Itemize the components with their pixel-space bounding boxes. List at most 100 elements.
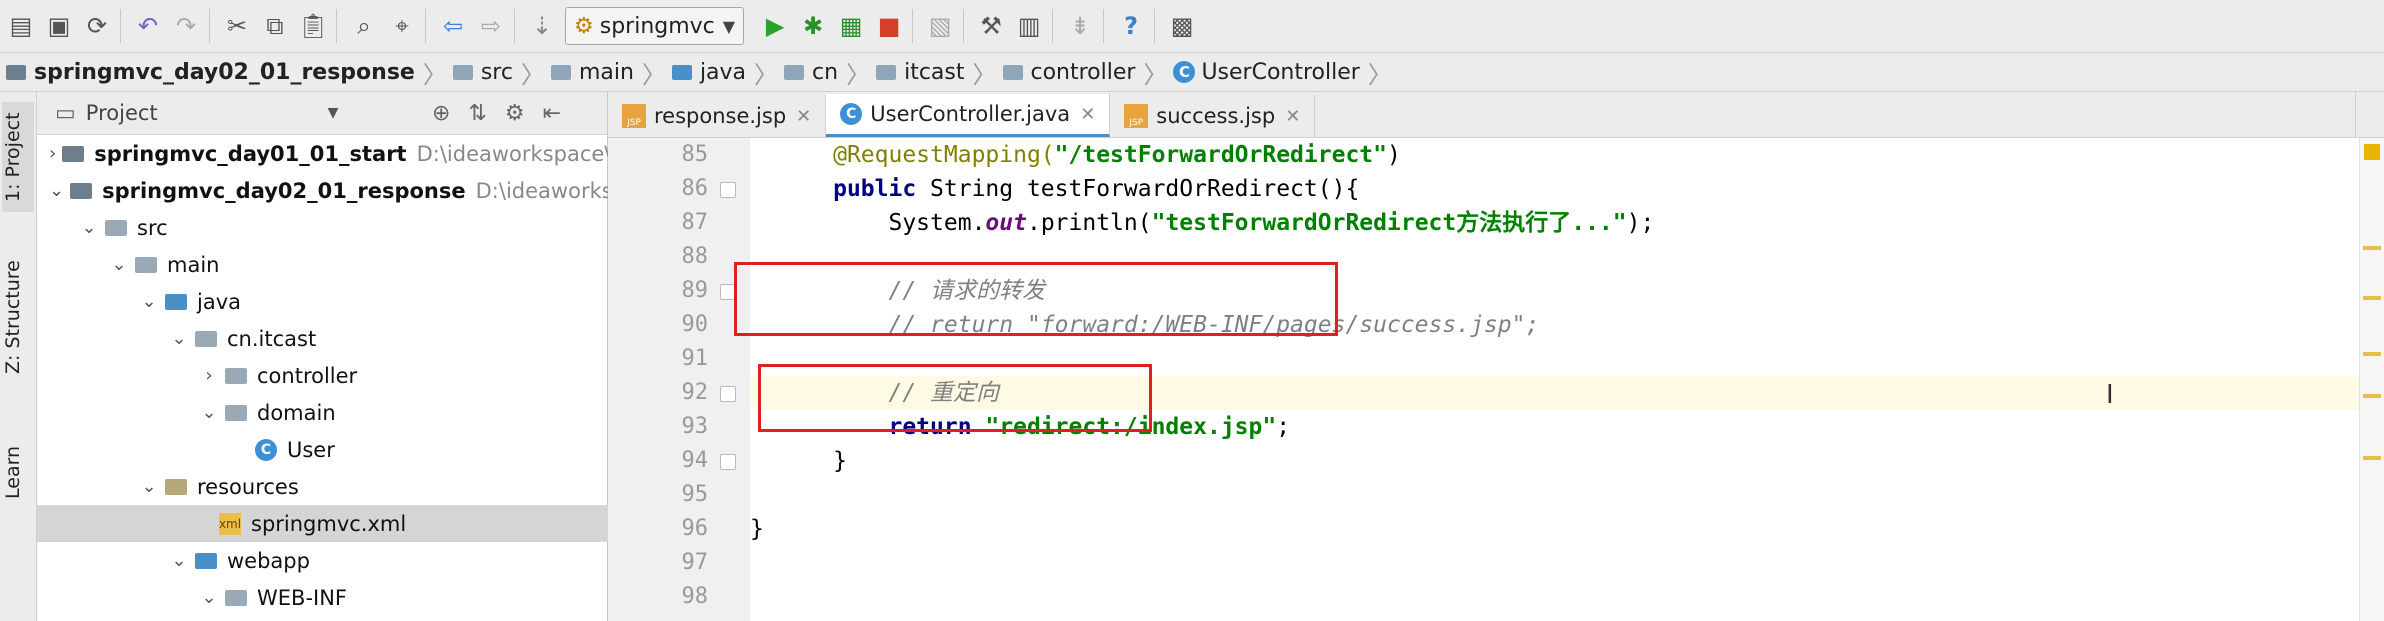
copy-icon[interactable]: ⧉ — [258, 7, 292, 45]
sync-icon[interactable]: ⟳ — [80, 7, 114, 45]
marker-stripe[interactable] — [2363, 456, 2381, 460]
resources-folder-icon — [165, 478, 187, 495]
tree-item-main[interactable]: ⌄ main — [37, 246, 679, 283]
collapse-all-icon[interactable]: ⇅ — [468, 101, 486, 126]
breadcrumb: springmvc_day02_01_response 〉 src 〉 main… — [0, 53, 2384, 92]
chevron-down-icon[interactable]: ⌄ — [169, 328, 189, 349]
breadcrumb-item-class[interactable]: C UserController — [1167, 53, 1367, 91]
warning-indicator-icon[interactable] — [2364, 144, 2380, 160]
tree-item-src[interactable]: ⌄ src — [37, 209, 649, 246]
tree-item-label: main — [167, 252, 220, 277]
code-area[interactable]: @RequestMapping("/testForwardOrRedirect"… — [734, 138, 2360, 621]
toolbar-separator — [336, 9, 337, 43]
paste-icon[interactable]: 📋︎ — [296, 7, 330, 45]
tab-label: response.jsp — [654, 104, 787, 128]
close-icon[interactable]: ✕ — [1285, 106, 1300, 127]
terminal-icon[interactable]: ▩ — [1165, 7, 1199, 45]
tab-project[interactable]: 1: Project — [2, 102, 34, 212]
project-panel-title[interactable]: Project — [86, 101, 158, 125]
chevron-down-icon[interactable]: ▼ — [328, 105, 339, 121]
breadcrumb-item-java[interactable]: java — [666, 53, 754, 91]
marker-stripe[interactable] — [2363, 296, 2381, 300]
breadcrumb-item-itcast[interactable]: itcast — [870, 53, 972, 91]
breadcrumb-item-main[interactable]: main — [545, 53, 642, 91]
marker-stripe[interactable] — [2363, 394, 2381, 398]
field-token: out — [985, 210, 1027, 236]
line-number: 98 — [681, 584, 709, 609]
forward-icon[interactable]: ⇨ — [474, 7, 508, 45]
tab-user-controller[interactable]: C UserController.java ✕ — [826, 94, 1111, 137]
code-line-87: System.out.println("testForwardOrRedirec… — [750, 206, 2360, 240]
help-icon[interactable]: ? — [1114, 7, 1148, 45]
chevron-down-icon[interactable]: ⌄ — [79, 217, 99, 238]
chevron-right-icon[interactable]: › — [199, 365, 219, 386]
vcs-icon[interactable]: ▧ — [923, 7, 957, 45]
chevron-down-icon[interactable]: ⌄ — [109, 254, 129, 275]
chevron-down-icon[interactable]: ⌄ — [199, 402, 219, 423]
punctuation-token: ; — [1276, 414, 1291, 440]
undo-icon[interactable]: ↶ — [131, 7, 165, 45]
breadcrumb-item-src[interactable]: src — [447, 53, 521, 91]
find-icon[interactable]: ⌕ — [347, 7, 381, 45]
breadcrumb-separator: 〉 — [846, 60, 871, 89]
chevron-down-icon[interactable]: ⌄ — [139, 476, 159, 497]
tab-structure[interactable]: Z: Structure — [2, 252, 34, 382]
tab-success-jsp[interactable]: JSP success.jsp ✕ — [1110, 95, 1316, 137]
open-folder-icon[interactable]: ▤ — [4, 7, 38, 45]
chevron-down-icon[interactable]: ⌄ — [169, 550, 189, 571]
breadcrumb-item-cn[interactable]: cn — [778, 53, 846, 91]
chevron-right-icon[interactable]: › — [49, 143, 56, 164]
class-icon: C — [840, 103, 863, 125]
fold-marker-icon[interactable] — [720, 454, 736, 470]
breadcrumb-item-controller[interactable]: controller — [997, 53, 1144, 91]
tree-item-path: D:\ideaworkspace\Id — [416, 141, 619, 166]
fold-marker-icon[interactable] — [720, 182, 736, 198]
project-structure-icon[interactable]: ▥ — [1012, 7, 1046, 45]
run-icon[interactable]: ▶ — [758, 7, 792, 45]
code-token: System. — [888, 210, 986, 236]
chevron-down-icon: ▼ — [722, 16, 736, 36]
build-icon[interactable]: ⇣ — [525, 7, 559, 45]
settings-icon[interactable]: ⚒ — [974, 7, 1008, 45]
close-icon[interactable]: ✕ — [796, 106, 811, 127]
tree-item-label: src — [137, 215, 168, 240]
project-panel-header: ▭ Project ▼ ⊕ ⇅ ⚙ ⇤ — [37, 92, 607, 135]
tree-item-day01-module[interactable]: › springmvc_day01_01_start D:\ideaworksp… — [37, 135, 619, 172]
tab-learn[interactable]: Learn — [2, 432, 34, 512]
tree-item-label: webapp — [227, 548, 310, 573]
back-icon[interactable]: ⇦ — [436, 7, 470, 45]
tab-response-jsp[interactable]: JSP response.jsp ✕ — [608, 95, 827, 137]
locate-icon[interactable]: ⊕ — [432, 101, 450, 126]
stop-icon[interactable]: ■ — [872, 7, 906, 45]
debug-icon[interactable]: ✱ — [796, 7, 830, 45]
brace-token: } — [750, 516, 764, 542]
run-configuration-select[interactable]: ⚙ springmvc ▼ — [565, 7, 745, 45]
chevron-down-icon[interactable]: ⌄ — [49, 180, 64, 201]
replace-icon[interactable]: ⌖ — [385, 7, 419, 45]
marker-stripe[interactable] — [2363, 352, 2381, 356]
fold-marker-icon[interactable] — [720, 386, 736, 402]
chevron-down-icon[interactable]: ⌄ — [139, 291, 159, 312]
gear-icon[interactable]: ⚙ — [505, 101, 525, 126]
coverage-icon[interactable]: ▦ — [834, 7, 868, 45]
editor-scrollbar[interactable] — [2359, 138, 2384, 621]
chevron-down-icon[interactable]: ⌄ — [199, 587, 219, 608]
class-icon: C — [255, 438, 277, 461]
text-cursor-icon: I — [2106, 380, 2114, 410]
save-icon[interactable]: ▣ — [42, 7, 76, 45]
line-number: 90 — [681, 312, 709, 337]
redo-icon[interactable]: ↷ — [169, 7, 203, 45]
sdk-icon[interactable]: ⇟ — [1063, 7, 1097, 45]
breadcrumb-item-module[interactable]: springmvc_day02_01_response — [0, 53, 423, 91]
jsp-file-icon: JSP — [622, 104, 646, 128]
close-icon[interactable]: ✕ — [1080, 104, 1095, 125]
tree-item-day02-module[interactable]: ⌄ springmvc_day02_01_response D:\ideawor… — [37, 172, 619, 209]
tabs-overflow[interactable] — [2355, 92, 2384, 137]
annotation-token: @RequestMapping( — [833, 142, 1055, 168]
marker-stripe[interactable] — [2363, 246, 2381, 250]
hide-panel-icon[interactable]: ⇤ — [543, 101, 561, 126]
toolbar-separator — [425, 9, 426, 43]
line-number: 88 — [681, 244, 709, 269]
cut-icon[interactable]: ✂ — [220, 7, 254, 45]
package-icon — [225, 367, 247, 384]
